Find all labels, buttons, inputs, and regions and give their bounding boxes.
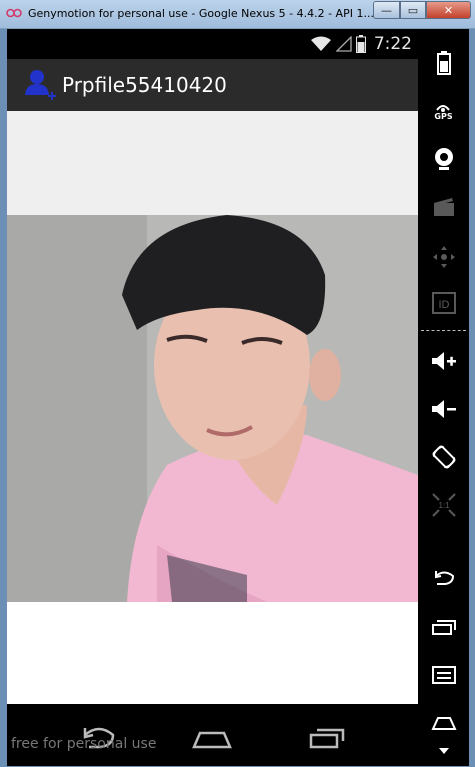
volume-down-button[interactable] xyxy=(418,389,469,429)
gps-button[interactable]: GPS xyxy=(418,91,469,131)
scroll-down-icon xyxy=(438,748,449,754)
media-capture-icon xyxy=(433,198,454,216)
genymotion-logo-icon xyxy=(6,8,22,18)
window-title-bar[interactable]: Genymotion for personal use - Google Nex… xyxy=(0,0,475,29)
main-content xyxy=(7,111,418,704)
volume-down-icon xyxy=(431,400,456,418)
status-bar: 7:22 xyxy=(7,29,418,59)
pixel-perfect-button[interactable]: 1:1 xyxy=(418,485,469,525)
toolbar-scroll-down-button[interactable] xyxy=(418,741,469,761)
close-button[interactable]: ✕ xyxy=(426,1,471,19)
battery-icon xyxy=(436,51,451,75)
back-icon xyxy=(434,571,454,585)
volume-up-button[interactable] xyxy=(418,341,469,381)
volume-up-icon xyxy=(431,352,456,370)
dpad-button[interactable] xyxy=(418,237,469,277)
pixel-perfect-label: 1:1 xyxy=(438,501,450,510)
toolbar-recent-apps-button[interactable] xyxy=(418,607,469,647)
pixel-perfect-icon: 1:1 xyxy=(431,493,456,517)
rotate-icon xyxy=(432,445,455,469)
device-id-icon: ID xyxy=(431,292,456,314)
window-title: Genymotion for personal use - Google Nex… xyxy=(28,7,374,20)
webcam-button[interactable] xyxy=(418,139,469,179)
recent-apps-icon[interactable] xyxy=(303,719,351,753)
minimize-button[interactable]: — xyxy=(373,1,400,19)
header-band xyxy=(7,111,418,215)
battery-icon xyxy=(355,35,366,53)
toolbar-menu-button[interactable] xyxy=(418,655,469,695)
add-user-icon[interactable] xyxy=(23,67,57,103)
home-icon[interactable] xyxy=(188,719,236,753)
gps-label: GPS xyxy=(434,111,453,121)
device-id-label: ID xyxy=(438,299,449,311)
rotate-button[interactable] xyxy=(418,437,469,477)
profile-photo xyxy=(7,215,418,602)
menu-icon xyxy=(431,666,456,684)
toolbar-divider xyxy=(421,330,466,331)
clock: 7:22 xyxy=(373,34,412,54)
signal-icon xyxy=(335,36,352,52)
recent-apps-icon xyxy=(431,620,456,635)
app-title: Prpfile55410420 xyxy=(62,73,227,97)
device-id-button[interactable]: ID xyxy=(418,283,469,323)
dpad-icon xyxy=(432,246,455,268)
home-icon xyxy=(430,717,457,730)
toolbar-back-button[interactable] xyxy=(418,557,469,597)
action-bar: Prpfile55410420 xyxy=(7,59,418,111)
maximize-button[interactable]: ▭ xyxy=(400,1,426,19)
gps-icon xyxy=(436,104,451,112)
wifi-icon xyxy=(310,36,331,51)
media-capture-button[interactable] xyxy=(418,187,469,227)
android-screen: 7:22 Prpfile55410420 free for personal u… xyxy=(7,29,418,766)
toolbar-home-button[interactable] xyxy=(418,703,469,743)
webcam-icon xyxy=(434,148,453,170)
battery-button[interactable] xyxy=(418,43,469,83)
emulator-toolbar: GPS ID 1:1 xyxy=(418,29,469,766)
watermark: free for personal use xyxy=(11,736,157,752)
